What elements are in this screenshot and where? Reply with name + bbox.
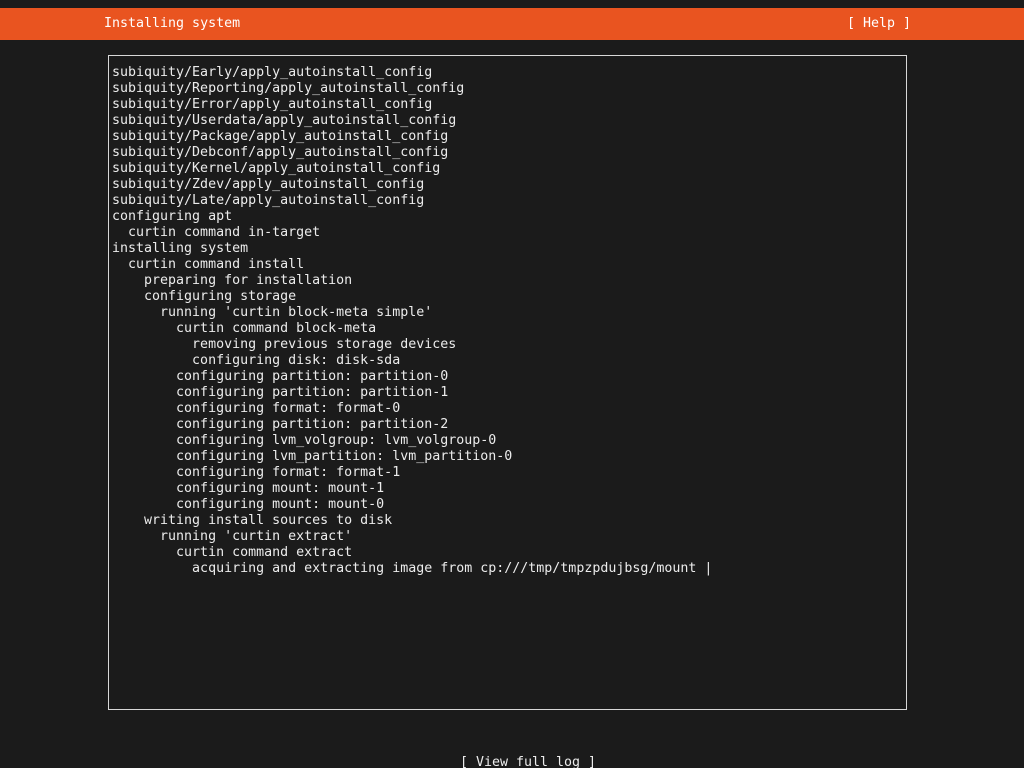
log-line: subiquity/Error/apply_autoinstall_config [112,97,433,112]
log-line: subiquity/Debconf/apply_autoinstall_conf… [112,145,449,160]
footer: [ View full log ] [0,736,1024,768]
installer-screen: Installing system [ Help ] subiquity/Ear… [0,0,1024,768]
log-line: configuring disk: disk-sda [112,353,401,368]
log-line: preparing for installation [112,273,353,288]
log-line: configuring partition: partition-0 [112,369,449,384]
page-title: Installing system [104,16,241,31]
log-line: subiquity/Early/apply_autoinstall_config [112,65,433,80]
log-line: subiquity/Zdev/apply_autoinstall_config [112,177,425,192]
log-line: configuring mount: mount-1 [112,481,385,496]
log-line: running 'curtin block-meta simple' [112,305,433,320]
log-line: running 'curtin extract' [112,529,353,544]
header-bar: Installing system [ Help ] [0,8,1024,40]
log-line: configuring partition: partition-2 [112,417,449,432]
log-line: curtin command in-target [112,225,321,240]
log-line: installing system [112,241,249,256]
log-line: curtin command block-meta [112,321,377,336]
log-line: configuring partition: partition-1 [112,385,449,400]
help-button[interactable]: [ Help ] [847,8,911,40]
log-line: subiquity/Reporting/apply_autoinstall_co… [112,81,465,96]
log-line: subiquity/Package/apply_autoinstall_conf… [112,129,449,144]
log-line: curtin command install [112,257,305,272]
log-line: subiquity/Userdata/apply_autoinstall_con… [112,113,457,128]
progress-log-panel: subiquity/Early/apply_autoinstall_config… [108,55,907,710]
log-line: configuring lvm_partition: lvm_partition… [112,449,513,464]
log-line: acquiring and extracting image from cp:/… [112,561,713,576]
log-line: configuring apt [112,209,233,224]
log-line: configuring lvm_volgroup: lvm_volgroup-0 [112,433,497,448]
log-line: configuring mount: mount-0 [112,497,385,512]
log-line: removing previous storage devices [112,337,457,352]
view-full-log-button[interactable]: [ View full log ] [460,755,596,768]
log-line: configuring storage [112,289,297,304]
log-line: writing install sources to disk [112,513,393,528]
log-line: configuring format: format-0 [112,401,401,416]
log-lines: subiquity/Early/apply_autoinstall_config… [112,65,903,577]
log-line: subiquity/Late/apply_autoinstall_config [112,193,425,208]
log-line: subiquity/Kernel/apply_autoinstall_confi… [112,161,441,176]
log-line: configuring format: format-1 [112,465,401,480]
log-line: curtin command extract [112,545,353,560]
